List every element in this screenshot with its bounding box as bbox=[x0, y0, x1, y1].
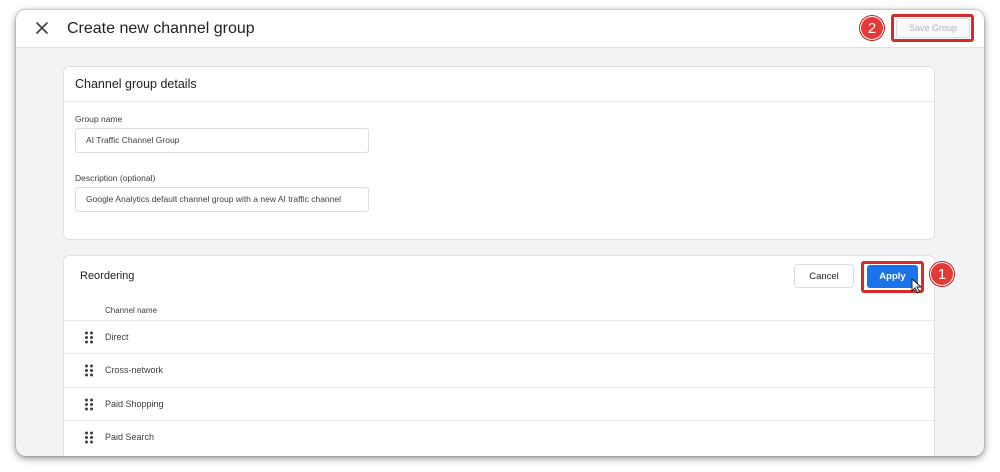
channel-name: Paid Shopping bbox=[105, 399, 164, 409]
channel-row[interactable]: Paid Shopping bbox=[64, 387, 936, 420]
top-bar: Create new channel group 2 Save Group bbox=[16, 10, 984, 48]
step-badge-1: 1 bbox=[930, 262, 954, 286]
drag-handle-icon[interactable] bbox=[84, 431, 94, 444]
channel-name: Direct bbox=[105, 332, 129, 342]
mouse-cursor-icon bbox=[911, 278, 923, 294]
step-badge-2: 2 bbox=[860, 16, 884, 40]
channel-group-details-card: Channel group details Group name AI Traf… bbox=[63, 66, 935, 240]
channel-name: Paid Search bbox=[105, 432, 155, 442]
dialog-window: Create new channel group 2 Save Group Ch… bbox=[16, 10, 984, 456]
page-title: Create new channel group bbox=[67, 20, 255, 37]
description-label: Description (optional) bbox=[75, 173, 156, 183]
drag-handle-icon[interactable] bbox=[84, 331, 94, 344]
cancel-button[interactable]: Cancel bbox=[794, 264, 854, 288]
close-button[interactable] bbox=[33, 19, 51, 37]
channel-row[interactable]: Cross-network bbox=[64, 353, 936, 386]
channel-name-column-header: Channel name bbox=[105, 306, 158, 315]
save-highlight-box bbox=[891, 14, 974, 42]
details-card-title: Channel group details bbox=[64, 67, 934, 102]
group-name-input[interactable]: AI Traffic Channel Group bbox=[75, 128, 369, 153]
reordering-title: Reordering bbox=[80, 270, 135, 282]
close-icon bbox=[36, 22, 48, 34]
drag-handle-icon[interactable] bbox=[84, 364, 94, 377]
reordering-card: Reordering Cancel Apply 1 Channel name D… bbox=[63, 255, 954, 456]
channel-row[interactable]: Direct bbox=[64, 320, 936, 353]
drag-handle-icon[interactable] bbox=[84, 398, 94, 411]
channel-name: Cross-network bbox=[105, 365, 164, 375]
group-name-label: Group name bbox=[75, 114, 123, 124]
channel-row[interactable]: Paid Search bbox=[64, 420, 936, 453]
description-input[interactable]: Google Analytics default channel group w… bbox=[75, 187, 369, 212]
